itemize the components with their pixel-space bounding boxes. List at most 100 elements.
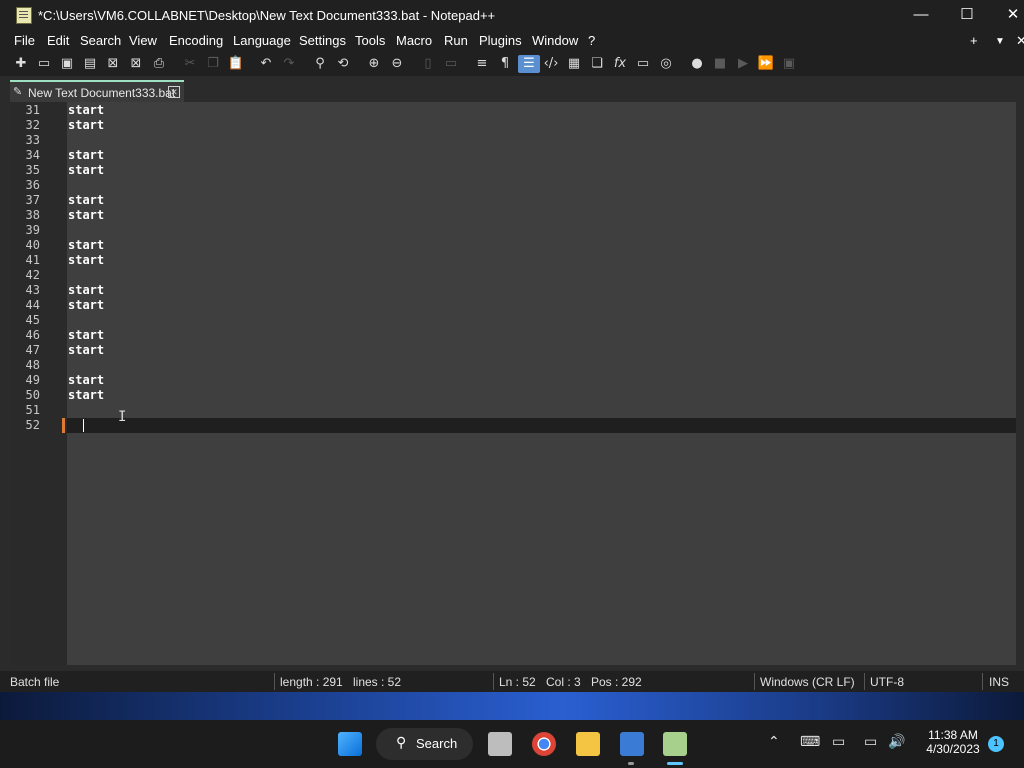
- line-number: 52: [25, 418, 40, 432]
- menu-language[interactable]: Language: [233, 33, 291, 48]
- close-file-icon[interactable]: ⊠: [104, 55, 122, 73]
- editor-line: 42: [10, 268, 1016, 283]
- menu-encoding[interactable]: Encoding: [169, 33, 223, 48]
- clock[interactable]: 11:38 AM 4/30/2023: [918, 728, 988, 756]
- status-insert-mode[interactable]: INS: [989, 675, 1009, 689]
- editor-line: 43 start: [10, 283, 1016, 298]
- show-all-characters-icon[interactable]: ¶: [496, 55, 514, 73]
- maximize-button[interactable]: ☐: [944, 0, 990, 30]
- editor-line: 48: [10, 358, 1016, 373]
- editor-line: 39: [10, 223, 1016, 238]
- editor-line: 41 start: [10, 253, 1016, 268]
- line-number: 36: [25, 178, 40, 192]
- microsoft-store-icon[interactable]: [620, 732, 644, 756]
- function-list-icon[interactable]: fx: [611, 55, 629, 73]
- volume-icon[interactable]: 🔊: [888, 734, 905, 750]
- zoom-out-icon[interactable]: ⊖: [388, 55, 406, 73]
- line-number: 44: [25, 298, 40, 312]
- line-text: start: [68, 343, 105, 357]
- tab-new-text-document333[interactable]: ✎ New Text Document333.bat ✕: [10, 80, 184, 102]
- notepadpp-taskbar-icon[interactable]: [663, 732, 687, 756]
- notification-badge[interactable]: 1: [988, 736, 1004, 752]
- windows-start-icon[interactable]: [338, 732, 362, 756]
- editor-area[interactable]: 31 start 32 start 33 34 start 35 start 36 37…: [10, 102, 1016, 665]
- new-file-icon[interactable]: ✚: [12, 55, 30, 73]
- sync-vertical-icon[interactable]: ▯: [419, 55, 437, 73]
- paste-icon[interactable]: 📋: [227, 55, 245, 73]
- print-icon[interactable]: ⎙: [150, 55, 168, 73]
- copy-icon[interactable]: ❐: [204, 55, 222, 73]
- save-macro-icon[interactable]: ▣: [780, 55, 798, 73]
- open-file-icon[interactable]: ▭: [35, 55, 53, 73]
- menu-file[interactable]: File: [14, 33, 35, 48]
- file-explorer-icon[interactable]: [576, 732, 600, 756]
- save-all-icon[interactable]: ▤: [81, 55, 99, 73]
- menu-view[interactable]: View: [129, 33, 157, 48]
- status-eol[interactable]: Windows (CR LF): [760, 675, 855, 689]
- document-list-icon[interactable]: ❏: [588, 55, 606, 73]
- close-tab-menu-button[interactable]: ✕: [1016, 33, 1024, 49]
- undo-icon[interactable]: ↶: [257, 55, 275, 73]
- save-icon[interactable]: ▣: [58, 55, 76, 73]
- menu-help[interactable]: ?: [588, 33, 595, 48]
- status-position: Pos : 292: [591, 675, 642, 689]
- menu-macro[interactable]: Macro: [396, 33, 432, 48]
- find-icon[interactable]: ⚲: [311, 55, 329, 73]
- tab-bar: ✎ New Text Document333.bat ✕: [10, 76, 1024, 102]
- word-wrap-icon[interactable]: ≡: [473, 55, 491, 73]
- menu-plugins[interactable]: Plugins: [479, 33, 522, 48]
- menu-search[interactable]: Search: [80, 33, 121, 48]
- line-text: start: [68, 328, 105, 342]
- network-icon[interactable]: ▭: [864, 734, 877, 750]
- menu-tools[interactable]: Tools: [355, 33, 385, 48]
- tab-list-dropdown-button[interactable]: ▼: [995, 36, 1005, 47]
- close-window-button[interactable]: ✕: [990, 0, 1024, 30]
- touch-keyboard-icon[interactable]: ▭: [832, 734, 845, 750]
- status-column: Col : 3: [546, 675, 581, 689]
- close-all-icon[interactable]: ⊠: [127, 55, 145, 73]
- editor-line-current: 52: [10, 418, 1016, 433]
- line-number: 34: [25, 148, 40, 162]
- document-map-icon[interactable]: ▦: [565, 55, 583, 73]
- line-text: start: [68, 388, 105, 402]
- search-icon: ⚲: [396, 734, 407, 750]
- menu-window[interactable]: Window: [532, 33, 578, 48]
- cut-icon[interactable]: ✂: [181, 55, 199, 73]
- indent-guide-icon[interactable]: ☰: [518, 55, 540, 73]
- editor-line: 50 start: [10, 388, 1016, 403]
- replace-icon[interactable]: ⟲: [334, 55, 352, 73]
- redo-icon[interactable]: ↷: [280, 55, 298, 73]
- menu-settings[interactable]: Settings: [299, 33, 346, 48]
- monitoring-icon[interactable]: ◎: [657, 55, 675, 73]
- taskbar-search-button[interactable]: ⚲ Search: [376, 728, 473, 760]
- line-number: 43: [25, 283, 40, 297]
- xml-tag-icon[interactable]: ‹/›: [542, 55, 560, 73]
- folder-as-workspace-icon[interactable]: ▭: [634, 55, 652, 73]
- line-text: start: [68, 193, 105, 207]
- title-bar[interactable]: *C:\Users\VM6.COLLABNET\Desktop\New Text…: [0, 0, 1024, 30]
- status-encoding[interactable]: UTF-8: [870, 675, 904, 689]
- zoom-in-icon[interactable]: ⊕: [365, 55, 383, 73]
- play-macro-icon[interactable]: ▶: [734, 55, 752, 73]
- new-tab-plus-button[interactable]: +: [970, 33, 978, 48]
- chrome-icon[interactable]: [532, 732, 556, 756]
- menu-edit[interactable]: Edit: [47, 33, 69, 48]
- record-macro-icon[interactable]: ●: [688, 55, 706, 73]
- show-hidden-icons-chevron-icon[interactable]: ⌃: [768, 734, 780, 750]
- run-macro-multiple-icon[interactable]: ⏩: [757, 55, 775, 73]
- line-text: start: [68, 373, 105, 387]
- sync-horizontal-icon[interactable]: ▭: [442, 55, 460, 73]
- keyboard-icon[interactable]: ⌨: [800, 734, 820, 750]
- desktop-wallpaper: [0, 690, 1024, 724]
- task-view-icon[interactable]: [488, 732, 512, 756]
- line-number: 50: [25, 388, 40, 402]
- notepadpp-app-icon[interactable]: [16, 7, 32, 24]
- menu-run[interactable]: Run: [444, 33, 468, 48]
- tab-close-icon[interactable]: ✕: [168, 86, 180, 98]
- status-bar: Batch file length : 291 lines : 52 Ln : …: [0, 671, 1024, 692]
- editor-line: 40 start: [10, 238, 1016, 253]
- line-text: start: [68, 148, 105, 162]
- line-number: 41: [25, 253, 40, 267]
- stop-recording-icon[interactable]: ■: [711, 55, 729, 73]
- minimize-button[interactable]: —: [898, 0, 944, 30]
